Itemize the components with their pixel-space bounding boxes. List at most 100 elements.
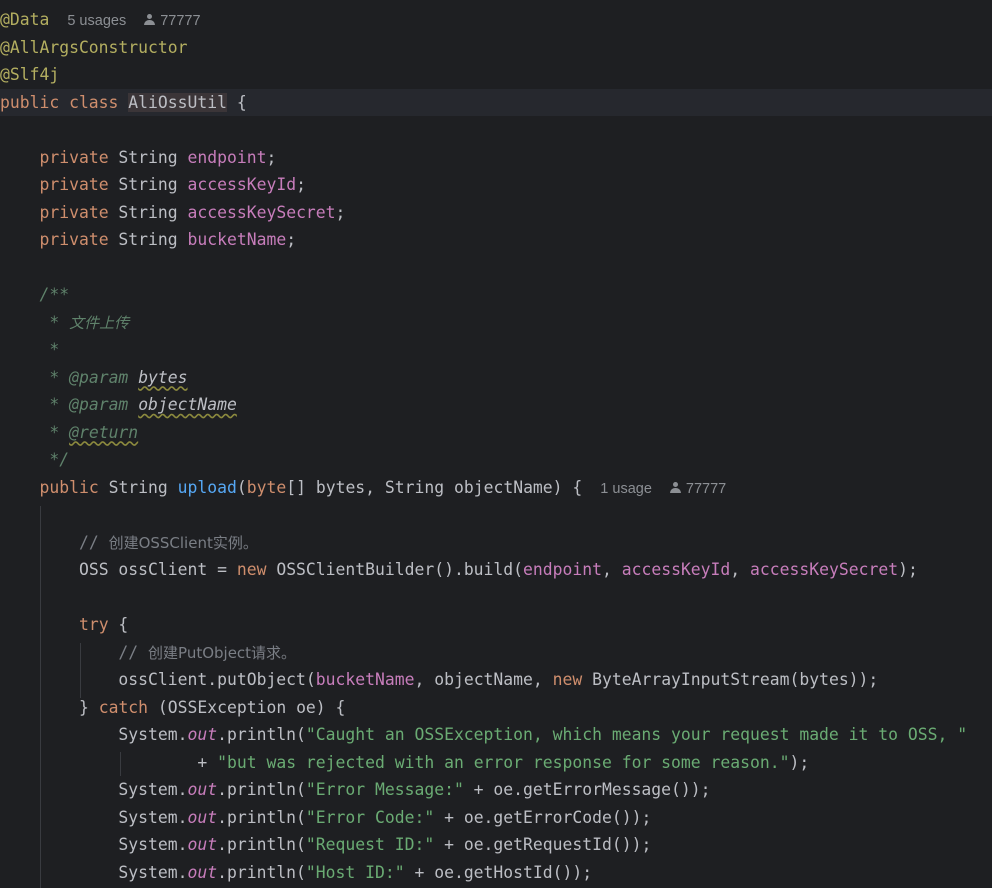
code-line[interactable]: System.out.println("Error Code:" + oe.ge…: [0, 804, 992, 832]
line-comment: 创建PutObject请求。: [148, 643, 297, 662]
code-text: , objectName,: [414, 670, 553, 689]
annotation-data: @Data: [0, 10, 50, 29]
code-text: System.: [118, 862, 188, 882]
new-keyword: new: [552, 670, 583, 689]
string-literal: "Caught an OSSException, which means you…: [305, 725, 968, 744]
author-hint[interactable]: 77777: [686, 481, 726, 497]
code-line[interactable]: @AllArgsConstructor: [0, 34, 992, 62]
javadoc-star: *: [39, 422, 70, 442]
annotation-all-args-constructor: @AllArgsConstructor: [0, 37, 188, 57]
code-line[interactable]: private String accessKeySecret;: [0, 199, 992, 227]
code-line[interactable]: OSS ossClient = new OSSClientBuilder().b…: [0, 556, 992, 584]
field-name[interactable]: bucketName: [188, 230, 287, 249]
code-editor[interactable]: @Data 5 usages 77777 @AllArgsConstructor @…: [0, 0, 992, 888]
code-text: +: [197, 752, 218, 772]
author-hint[interactable]: 77777: [160, 13, 200, 29]
code-line-current[interactable]: public class AliOssUtil {: [0, 88, 992, 116]
method-name[interactable]: upload: [178, 478, 237, 497]
code-line[interactable]: * @return: [0, 419, 992, 447]
catch-keyword: catch: [98, 697, 149, 717]
code-text: OSS ossClient =: [78, 560, 237, 579]
usages-hint[interactable]: 5 usages: [67, 13, 126, 29]
javadoc-open: /**: [39, 285, 70, 304]
code-text: .println(: [217, 862, 306, 882]
method-modifier: public: [39, 477, 99, 497]
javadoc-summary: 文件上传: [69, 313, 130, 332]
code-text: ,: [730, 560, 751, 579]
string-literal: "but was rejected with an error response…: [217, 752, 790, 772]
code-line[interactable]: ossClient.putObject(bucketName, objectNa…: [0, 666, 992, 694]
static-field-out[interactable]: out: [188, 808, 218, 827]
code-line[interactable]: * @param bytes: [0, 364, 992, 392]
field-ref-access-key-id[interactable]: accessKeyId: [622, 560, 731, 579]
code-line[interactable]: System.out.println("Error Message:" + oe…: [0, 776, 992, 804]
code-line[interactable]: System.out.println("Request ID:" + oe.ge…: [0, 831, 992, 859]
line-comment-prefix: //: [78, 532, 109, 552]
field-name[interactable]: accessKeySecret: [188, 203, 336, 222]
code-line[interactable]: try {: [0, 611, 992, 639]
static-field-out[interactable]: out: [188, 835, 218, 854]
field-ref-endpoint[interactable]: endpoint: [523, 560, 602, 579]
code-line[interactable]: @Data 5 usages 77777: [0, 6, 992, 34]
code-line[interactable]: /**: [0, 281, 992, 309]
field-type: String: [108, 175, 188, 194]
usages-hint[interactable]: 1 usage: [600, 481, 652, 497]
code-line[interactable]: *: [0, 336, 992, 364]
static-field-out[interactable]: out: [188, 725, 218, 744]
code-line[interactable]: System.out.println("Caught an OSSExcepti…: [0, 721, 992, 749]
code-line[interactable]: + "but was rejected with an error respon…: [0, 749, 992, 777]
code-line[interactable]: public String upload(byte[] bytes, Strin…: [0, 474, 992, 502]
code-line[interactable]: @Slf4j: [0, 61, 992, 89]
code-text: + oe.getRequestId());: [434, 835, 652, 854]
annotation-slf4j: @Slf4j: [0, 65, 60, 84]
field-ref-bucket-name[interactable]: bucketName: [316, 670, 415, 689]
field-name[interactable]: endpoint: [188, 148, 267, 167]
code-line[interactable]: private String bucketName;: [0, 226, 992, 254]
field-name[interactable]: accessKeyId: [188, 175, 297, 194]
code-line[interactable]: * @param objectName: [0, 391, 992, 419]
field-type: String: [108, 147, 188, 167]
line-comment: 创建OSSClient实例。: [108, 533, 258, 552]
field-modifier: private: [39, 147, 109, 167]
code-text: System.: [118, 780, 188, 799]
user-icon: [144, 14, 156, 26]
code-line[interactable]: System.out.println("Host ID:" + oe.getHo…: [0, 859, 992, 887]
javadoc-close: */: [39, 450, 70, 469]
javadoc-param-tag: @param: [69, 367, 129, 387]
code-text: ,: [601, 560, 622, 579]
code-line[interactable]: // 创建PutObject请求。: [0, 639, 992, 667]
string-literal: "Error Message:": [305, 780, 464, 799]
class-brace: {: [226, 92, 247, 112]
byte-keyword: byte: [246, 477, 287, 497]
field-type: String: [108, 202, 188, 222]
field-end: ;: [335, 202, 346, 222]
code-line[interactable]: */: [0, 446, 992, 474]
javadoc-star: *: [39, 312, 70, 332]
code-text: );: [898, 560, 918, 579]
code-line[interactable]: } catch (OSSException oe) {: [0, 694, 992, 722]
code-text: + oe.getErrorMessage());: [463, 780, 711, 799]
code-line[interactable]: private String accessKeyId;: [0, 171, 992, 199]
code-text: .println(: [217, 835, 306, 854]
code-line[interactable]: * 文件上传: [0, 309, 992, 337]
method-params: [] bytes, String objectName) {: [286, 477, 583, 497]
code-text: (OSSException oe) {: [148, 697, 346, 717]
string-literal: "Request ID:": [305, 835, 435, 854]
code-text: }: [78, 697, 99, 717]
code-text: .println(: [217, 725, 306, 744]
javadoc-param-object-name[interactable]: objectName: [138, 395, 237, 414]
code-line[interactable]: // 创建OSSClient实例。: [0, 529, 992, 557]
code-line[interactable]: private String endpoint;: [0, 144, 992, 172]
javadoc-param-bytes[interactable]: bytes: [138, 368, 187, 387]
class-name[interactable]: AliOssUtil: [128, 92, 227, 112]
field-ref-access-key-secret[interactable]: accessKeySecret: [750, 560, 898, 579]
static-field-out[interactable]: out: [188, 863, 218, 882]
javadoc-star: *: [39, 367, 70, 387]
static-field-out[interactable]: out: [188, 780, 218, 799]
field-modifier: private: [39, 202, 109, 222]
line-comment-prefix: //: [118, 642, 149, 662]
javadoc-return-tag[interactable]: @return: [69, 423, 138, 442]
new-keyword: new: [236, 560, 267, 579]
javadoc-star: *: [39, 395, 70, 414]
javadoc-blank: *: [39, 340, 60, 359]
